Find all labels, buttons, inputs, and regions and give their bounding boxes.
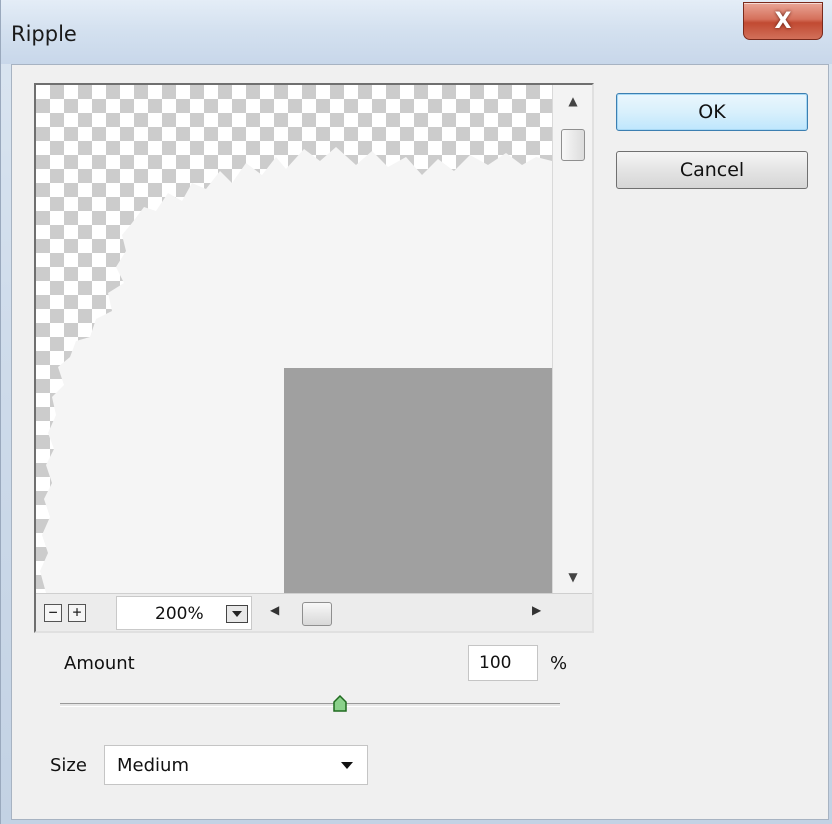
preview-canvas[interactable] [36, 85, 552, 593]
ok-button[interactable]: OK [616, 93, 808, 131]
scroll-right-icon[interactable]: ▶ [532, 603, 541, 617]
chevron-down-icon [232, 611, 242, 617]
amount-input[interactable]: 100 [468, 645, 538, 681]
close-icon: X [774, 8, 792, 34]
cancel-button[interactable]: Cancel [616, 151, 808, 189]
gray-block [284, 368, 552, 593]
amount-label: Amount [64, 653, 135, 674]
preview-image [40, 147, 552, 593]
size-label: Size [50, 755, 87, 776]
zoom-in-button[interactable]: + [68, 604, 86, 622]
vertical-scrollbar[interactable]: ▲ ▼ [552, 85, 592, 593]
amount-unit: % [550, 653, 568, 674]
size-selected-value: Medium [117, 755, 189, 776]
amount-value: 100 [479, 653, 512, 673]
ripple-dialog: Ripple X ▲ ▼ − + 200% ◀ ▶ OK Cancel Amou… [0, 0, 832, 824]
close-button[interactable]: X [743, 2, 823, 40]
dialog-body: ▲ ▼ − + 200% ◀ ▶ OK Cancel Amount 100 % … [11, 64, 829, 820]
scroll-down-icon[interactable]: ▼ [553, 565, 592, 589]
horizontal-scroll-thumb[interactable] [302, 602, 332, 626]
scroll-left-icon[interactable]: ◀ [270, 603, 279, 617]
caret-down-icon [341, 762, 353, 769]
zoom-level-value: 200% [155, 604, 204, 624]
zoom-dropdown-button[interactable] [226, 605, 248, 623]
vertical-scroll-thumb[interactable] [561, 129, 585, 161]
scroll-up-icon[interactable]: ▲ [553, 89, 592, 113]
preview-panel: ▲ ▼ − + 200% ◀ ▶ [34, 83, 594, 633]
amount-slider-track[interactable] [60, 703, 560, 707]
size-dropdown[interactable]: Medium [104, 745, 368, 785]
dialog-title: Ripple [11, 22, 77, 46]
amount-slider-handle[interactable] [332, 695, 348, 713]
title-bar[interactable]: Ripple X [1, 0, 832, 64]
zoom-out-button[interactable]: − [44, 604, 62, 622]
preview-toolbar: − + 200% ◀ ▶ [36, 593, 592, 631]
